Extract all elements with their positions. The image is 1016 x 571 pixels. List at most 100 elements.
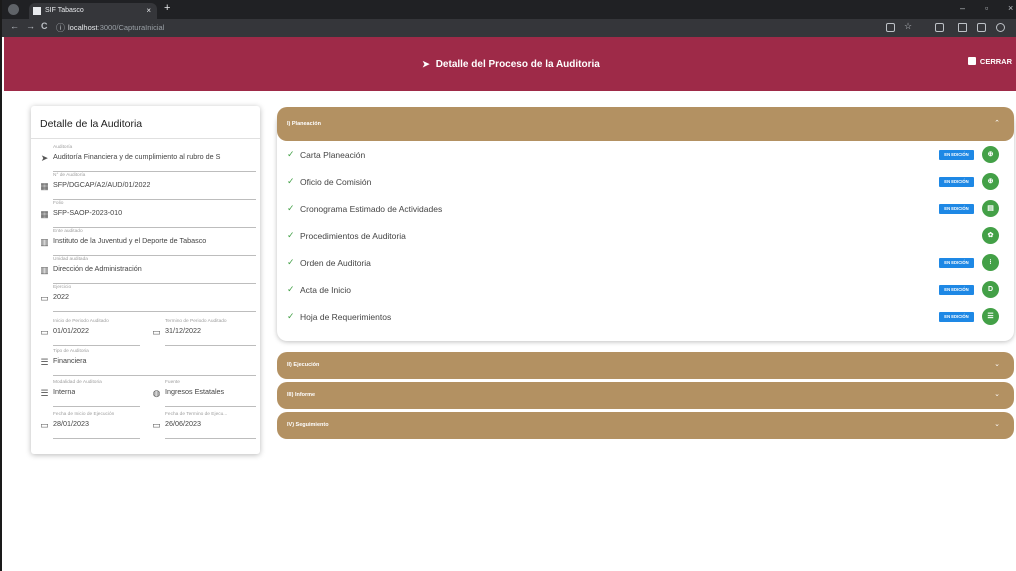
building-icon: ▥ [40,265,49,275]
site-info-icon[interactable]: ⓘ [56,21,65,34]
url-path: :3000/CapturaInicial [97,23,165,32]
calendar-icon: ▭ [40,420,49,430]
section-title: II) Ejecución [287,362,320,368]
field-underline [53,311,256,312]
close-doc-icon [967,57,976,65]
check-icon: ✓ [287,176,295,186]
close-button-label: CERRAR [979,57,1012,66]
close-button[interactable]: CERRAR [967,57,1012,66]
field-label: Auditoría [53,145,73,150]
reload-icon[interactable]: C [41,21,48,31]
field-inicio-periodo: ▭ Inicio de Periodo Auditado 01/01/2022 [40,319,140,346]
card-divider [31,138,260,139]
tab-close-icon[interactable]: × [146,3,151,19]
chevron-down-icon: ⌄ [994,421,1000,428]
card-title: Detalle de la Auditoria [40,118,143,130]
field-label: Fecha de Inicio de Ejecución [53,412,115,417]
field-label: Modalidad de Auditoria [53,380,102,385]
field-termino-periodo: ▭ Termino de Periodo Auditado 31/12/2022 [152,319,256,346]
status-badge: EN EDICIÓN [939,204,974,214]
stamp-icon[interactable]: ⊕ [982,146,999,163]
field-label: Folio [53,201,64,206]
field-value: 26/06/2023 [165,419,201,428]
list-item[interactable]: ✓ Orden de Auditoria EN EDICIÓN ⁝ [287,251,1002,277]
extensions-icon[interactable] [958,23,967,32]
table-icon: ▦ [40,181,49,191]
minimize-icon[interactable]: – [960,3,965,13]
forward-icon[interactable]: → [26,21,35,31]
status-badge: EN EDICIÓN [939,150,974,160]
status-badge: EN EDICIÓN [939,285,974,295]
browser-address-bar: ← → C ⓘ localhost:3000/CapturaInicial ☆ [2,19,1016,37]
field-value: 28/01/2023 [53,419,89,428]
chevron-right-icon: ➤ [422,59,430,69]
check-icon: ✓ [287,203,295,213]
field-label: Unidad auditada [53,257,88,262]
section-header-ejecucion[interactable]: II) Ejecución ⌄ [277,352,1014,379]
grid-icon[interactable]: ⁝ [982,254,999,271]
field-underline [165,406,256,407]
section-header-seguimiento[interactable]: IV) Seguimiento ⌄ [277,412,1014,439]
window-close-icon[interactable]: × [1008,3,1013,13]
field-underline [53,255,256,256]
translate-icon[interactable] [886,23,895,32]
globe-icon: ◍ [152,388,161,398]
field-inicio-ejecucion: ▭ Fecha de Inicio de Ejecución 28/01/202… [40,412,140,439]
tab-overview-icon[interactable] [935,23,944,32]
calendar-icon: ▭ [40,293,49,303]
field-ejercicio: ▭ Ejercicio 2022 [40,285,256,312]
field-value: Auditoría Financiera y de cumplimiento a… [53,152,221,161]
list-item[interactable]: ✓ Oficio de Comisión EN EDICIÓN ⊕ [287,170,1002,196]
browser-tab[interactable]: SIF Tabasco × [29,3,157,19]
page-title-text: Detalle del Proceso de la Auditoria [435,59,600,70]
section-header-informe[interactable]: III) Informe ⌄ [277,382,1014,409]
section-title: IV) Seguimiento [287,422,329,428]
field-label: N° de Auditoría [53,173,86,178]
tab-search-icon[interactable] [8,4,19,15]
item-name: Procedimientos de Auditoria [300,231,406,241]
field-label: Termino de Periodo Auditado [165,319,227,324]
new-tab-button[interactable]: + [164,2,170,14]
field-label: Inicio de Periodo Auditado [53,319,109,324]
list-icon[interactable]: ☰ [982,308,999,325]
field-value: 2022 [53,292,69,301]
profile-icon[interactable] [996,23,1005,32]
app-header: ➤ Detalle del Proceso de la Auditoria CER… [4,37,1016,91]
maximize-icon[interactable]: ▫ [985,3,988,13]
field-tipo-auditoria: ☰ Tipo de Auditoria Financiera [40,349,256,376]
field-underline [53,406,140,407]
chevron-down-icon: ⌄ [994,361,1000,368]
field-value: 31/12/2022 [165,326,201,335]
calendar-icon: ▭ [152,327,161,337]
calendar-icon: ▭ [40,327,49,337]
field-label: Tipo de Auditoria [53,349,89,354]
status-badge: EN EDICIÓN [939,312,974,322]
item-name: Orden de Auditoria [300,258,371,268]
section-header-planeacion[interactable]: I) Planeación ⌃ [277,107,1014,141]
check-icon: ✓ [287,149,295,159]
chevron-right-icon: ➤ [40,153,49,163]
list-item[interactable]: ✓ Cronograma Estimado de Actividades EN … [287,197,1002,223]
gear-icon[interactable]: ✿ [982,227,999,244]
item-name: Cronograma Estimado de Actividades [300,204,443,214]
chart-icon[interactable]: ▤ [982,200,999,217]
list-item[interactable]: ✓ Acta de Inicio EN EDICIÓN D [287,278,1002,304]
url-input[interactable]: localhost:3000/CapturaInicial [68,22,868,34]
stamp-icon[interactable]: ⊕ [982,173,999,190]
app-frame: SIF Tabasco × + – ▫ × ← → C ⓘ localhost:… [0,0,1016,571]
chevron-up-icon: ⌃ [994,120,1000,127]
document-icon[interactable]: D [982,281,999,298]
list-item[interactable]: ✓ Procedimientos de Auditoria ✿ [287,224,1002,250]
sidebar-icon[interactable] [977,23,986,32]
field-value: SFP-SAOP-2023-010 [53,208,123,217]
field-value: SFP/DGCAP/A2/AUD/01/2022 [53,180,151,189]
list-item[interactable]: ✓ Carta Planeación EN EDICIÓN ⊕ [287,143,1002,169]
favicon-icon [33,7,41,15]
list-item[interactable]: ✓ Hoja de Requerimientos EN EDICIÓN ☰ [287,305,1002,331]
back-icon[interactable]: ← [10,21,19,31]
list-icon: ☰ [40,388,49,398]
chevron-down-icon: ⌄ [994,391,1000,398]
bookmark-star-icon[interactable]: ☆ [904,21,912,32]
field-underline [53,438,140,439]
field-label: Ente auditado [53,229,83,234]
